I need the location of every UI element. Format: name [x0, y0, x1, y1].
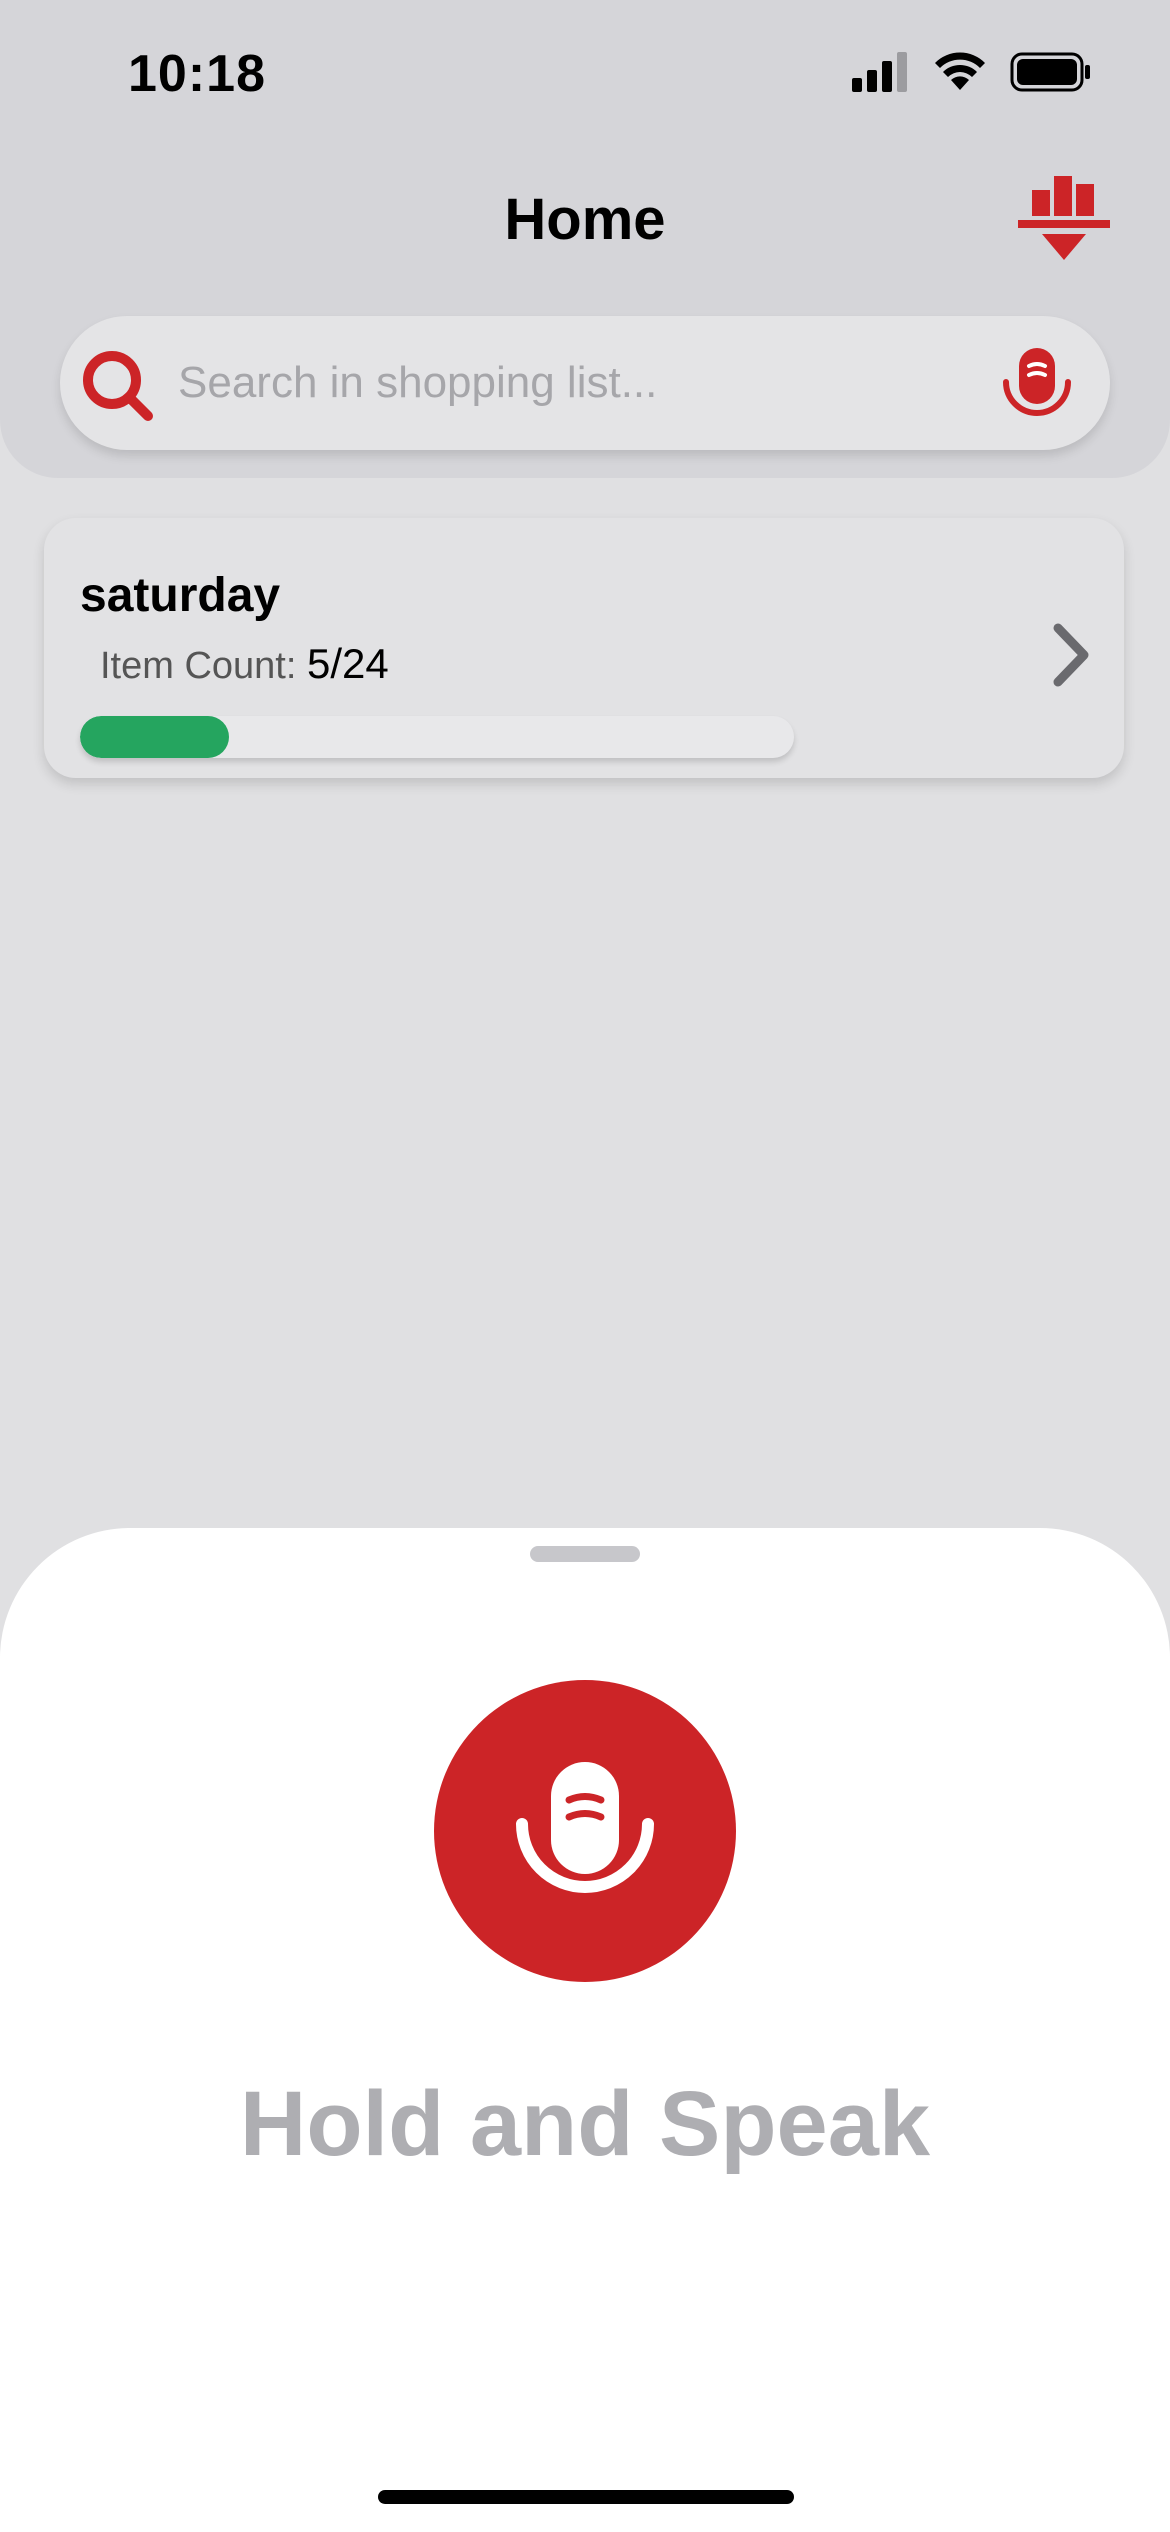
wifi-icon	[935, 52, 985, 90]
chevron-right-icon	[1053, 623, 1089, 687]
item-count: Item Count: 5/24	[100, 640, 389, 688]
microphone-icon	[516, 1762, 654, 1893]
microphone-icon	[1003, 348, 1071, 416]
hold-to-speak-button[interactable]	[434, 1680, 736, 1982]
header: 10:18 Home	[0, 0, 1170, 478]
status-time: 10:18	[128, 45, 266, 103]
sheet-handle[interactable]	[530, 1546, 640, 1562]
voice-input-sheet: Hold and Speak	[0, 1528, 1170, 2532]
hold-and-speak-label: Hold and Speak	[239, 2073, 931, 2175]
item-count-label: Item Count:	[100, 645, 297, 687]
progress-bar	[80, 716, 794, 758]
progress-fill	[80, 716, 229, 758]
status-icons	[852, 52, 1092, 92]
battery-icon	[1010, 52, 1090, 92]
cellular-signal-icon	[852, 52, 907, 92]
filter-button[interactable]	[1014, 172, 1114, 272]
shopping-list-card[interactable]: saturday Item Count: 5/24	[44, 518, 1124, 778]
search-icon	[83, 351, 153, 421]
home-screen: 10:18 Home Search in shopping list... sa…	[0, 0, 1170, 2532]
search-input[interactable]	[178, 338, 1018, 428]
page-title: Home	[504, 187, 666, 252]
home-indicator[interactable]	[378, 2490, 794, 2504]
search-bar	[60, 316, 1110, 450]
item-count-value: 5/24	[306, 640, 389, 687]
list-name: saturday	[80, 569, 281, 622]
search-mic-button[interactable]	[992, 338, 1082, 428]
filter-chart-icon	[1018, 176, 1110, 260]
